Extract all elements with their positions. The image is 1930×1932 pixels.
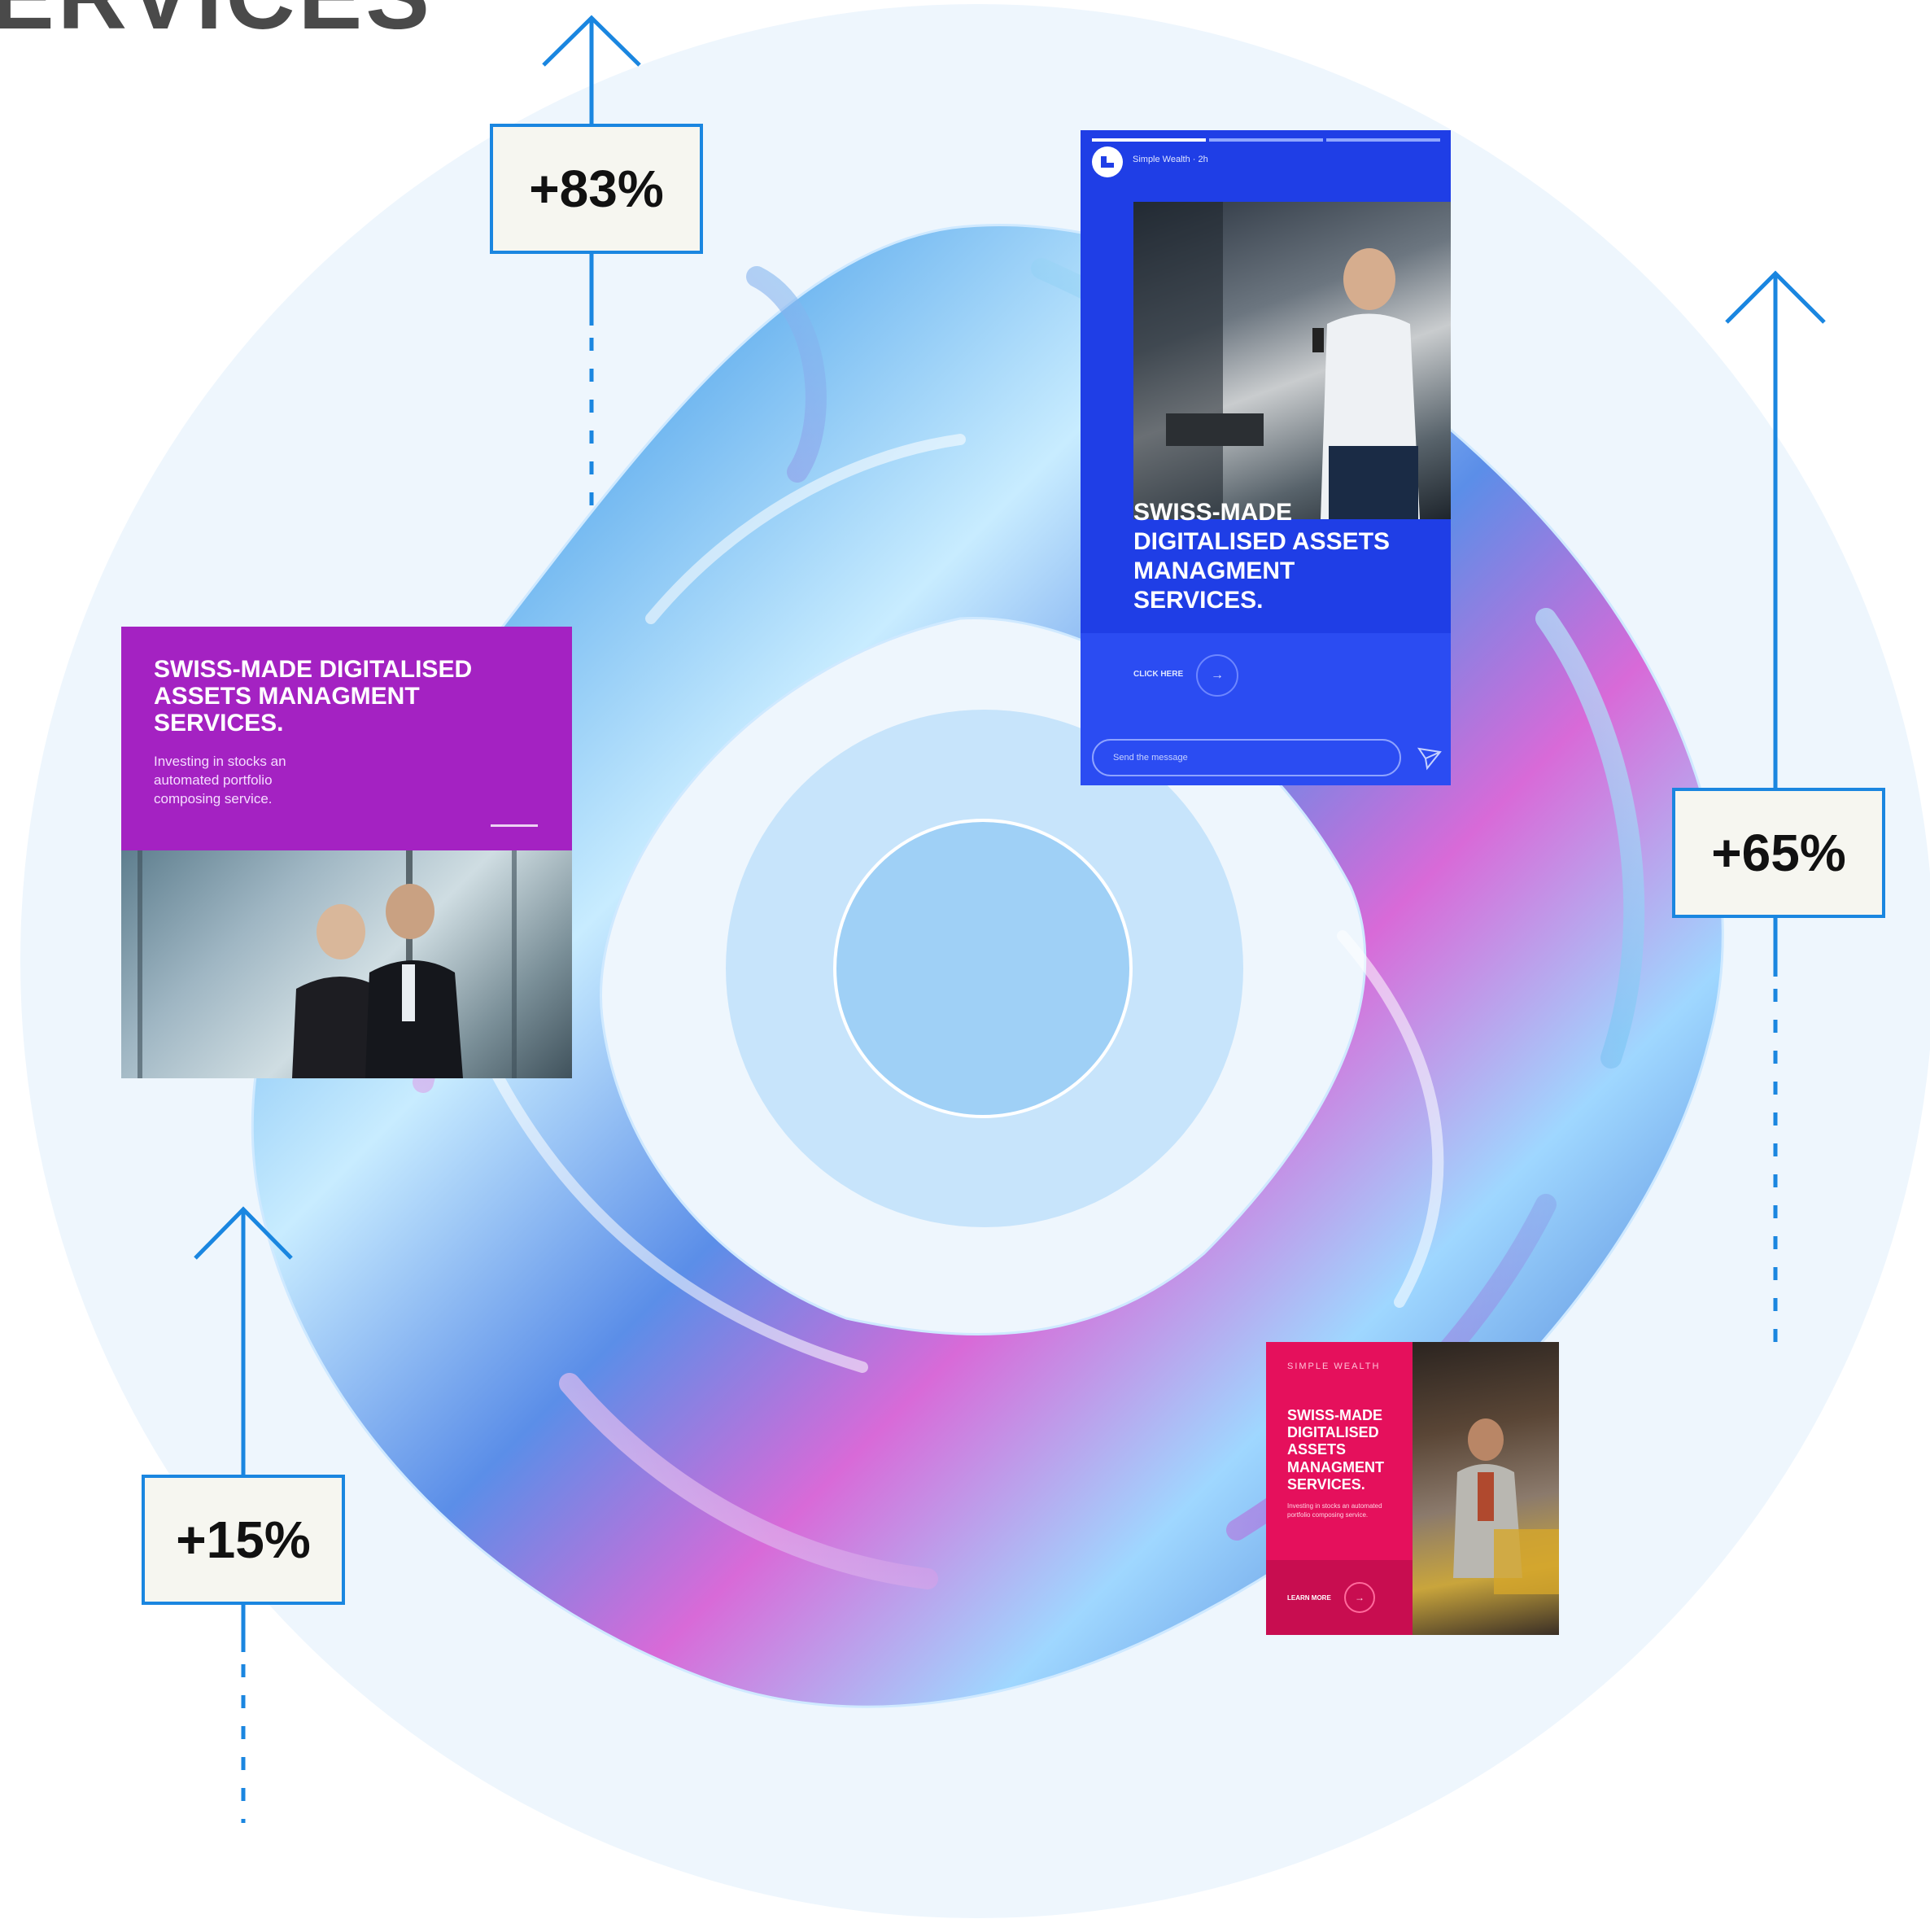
arrow-up-icon <box>1725 270 1826 789</box>
business-people-photo <box>138 850 517 1078</box>
card-title: SWISS-MADE DIGITALISED ASSETS MANAGMENT … <box>154 656 473 737</box>
card-body: Investing in stocks an automated portfol… <box>154 754 286 806</box>
card-photo <box>121 850 572 1078</box>
stat-box-right: +65% <box>1672 788 1885 918</box>
stat-box-top: +83% <box>490 124 703 254</box>
card-body: Investing in stocks an automated portfol… <box>1287 1502 1382 1519</box>
brand-logo: SIMPLE WEALTH <box>1287 1362 1381 1371</box>
card-title: SWISS-MADE DIGITALISED ASSETS MANAGMENT … <box>1287 1407 1384 1493</box>
story-card-blue[interactable]: Simple Wealth · 2h SWISS-MADE DIGITALISE… <box>1081 130 1451 785</box>
cta-label[interactable]: LEARN MORE <box>1287 1594 1331 1602</box>
message-input[interactable]: Send the message <box>1092 739 1401 776</box>
story-progress-2 <box>1209 138 1323 142</box>
card-title: SWISS-MADE DIGITALISED ASSETS MANAGMENT … <box>1133 499 1391 614</box>
ad-card-pink[interactable]: SIMPLE WEALTH SWISS-MADE DIGITALISED ASS… <box>1266 1342 1559 1635</box>
ad-card-purple[interactable]: SWISS-MADE DIGITALISED ASSETS MANAGMENT … <box>121 627 572 1078</box>
arrow-up-icon <box>542 15 641 126</box>
brand-name: Simple Wealth · 2h <box>1133 155 1208 164</box>
logo-icon[interactable] <box>1092 146 1123 177</box>
card-photo <box>1413 1342 1559 1635</box>
businessman-photo <box>1133 202 1420 519</box>
divider <box>491 824 538 827</box>
card-photo <box>1133 202 1451 519</box>
send-icon[interactable] <box>1413 741 1445 773</box>
arrow-right-icon[interactable]: → <box>1344 1582 1375 1613</box>
seated-man-photo <box>1453 1418 1559 1594</box>
arrow-right-icon[interactable]: → <box>1196 654 1238 697</box>
story-progress-3 <box>1326 138 1440 142</box>
arrow-up-icon <box>194 1206 293 1476</box>
cta-label[interactable]: CLICK HERE <box>1133 670 1183 679</box>
story-progress-1 <box>1092 138 1206 142</box>
stat-box-left: +15% <box>142 1475 345 1605</box>
